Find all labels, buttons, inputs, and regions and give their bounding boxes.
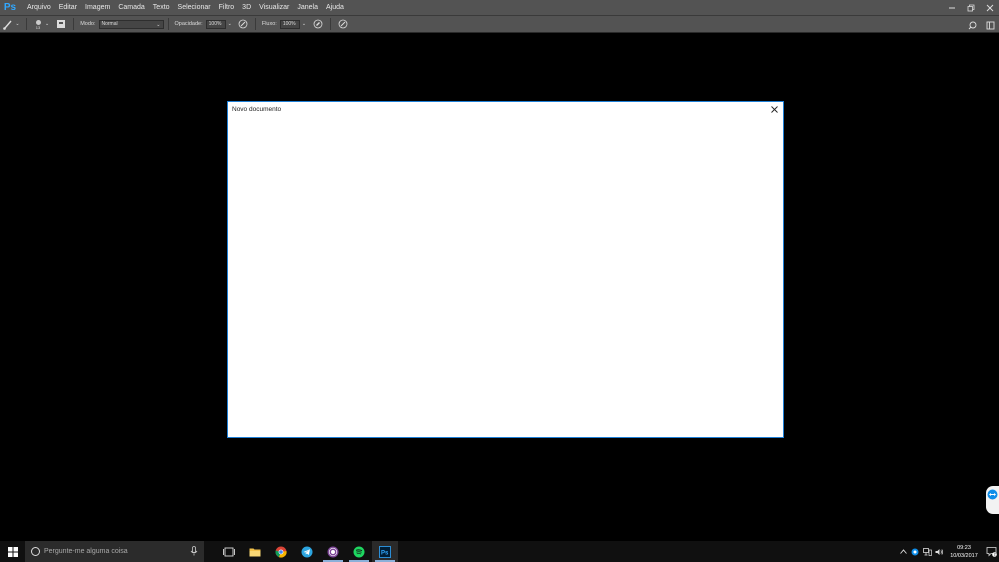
menu-selecionar[interactable]: Selecionar	[174, 0, 215, 15]
flow-label: Fluxo:	[261, 21, 277, 27]
brush-tool-icon[interactable]: ⌄	[0, 18, 22, 30]
mode-label: Modo:	[80, 21, 96, 27]
svg-text:Ps: Ps	[381, 550, 389, 556]
chevron-down-icon: ⌄	[156, 21, 161, 28]
brush-preset-picker[interactable]: 13	[31, 19, 45, 30]
mode-select[interactable]: Normal ⌄	[98, 19, 164, 29]
clock[interactable]: 09:23 10/03/2017	[945, 544, 983, 560]
menu-imagem[interactable]: Imagem	[81, 0, 114, 15]
tool-preset-chevron-icon[interactable]: ⌄	[15, 21, 19, 27]
spotify-icon[interactable]	[346, 541, 372, 562]
minimize-icon[interactable]	[942, 0, 961, 15]
menu-editar[interactable]: Editar	[55, 0, 81, 15]
telegram-icon[interactable]	[294, 541, 320, 562]
options-bar: ⌄ 13 ⌄ Modo: Normal ⌄ Opacidade: 100% ⌄ …	[0, 15, 999, 33]
windows-start-icon[interactable]	[0, 541, 25, 562]
flow-input[interactable]: 100%	[279, 19, 300, 29]
menu-bar: Ps Arquivo Editar Imagem Camada Texto Se…	[0, 0, 999, 15]
options-bar-right	[963, 16, 999, 34]
cortana-icon	[31, 547, 40, 556]
pressure-size-icon[interactable]	[335, 19, 351, 29]
teamviewer-icon	[987, 489, 998, 500]
menu-camada[interactable]: Camada	[114, 0, 148, 15]
pressure-opacity-icon[interactable]	[235, 19, 251, 29]
workspace-icon[interactable]	[981, 16, 999, 34]
search-input[interactable]: Pergunte-me alguma coisa	[25, 541, 204, 562]
menu-visualizar[interactable]: Visualizar	[255, 0, 293, 15]
close-icon[interactable]	[769, 104, 779, 114]
task-view-icon[interactable]	[216, 541, 242, 562]
dialog-title: Novo documento	[232, 106, 282, 113]
menu-items: Arquivo Editar Imagem Camada Texto Selec…	[23, 0, 348, 15]
menu-arquivo[interactable]: Arquivo	[23, 0, 55, 15]
file-explorer-icon[interactable]	[242, 541, 268, 562]
separator	[73, 18, 75, 30]
tor-icon[interactable]	[320, 541, 346, 562]
photoshop-logo[interactable]: Ps	[0, 0, 20, 15]
opacity-label: Opacidade:	[174, 21, 203, 27]
menu-filtro[interactable]: Filtro	[215, 0, 239, 15]
chrome-icon[interactable]	[268, 541, 294, 562]
brush-chevron-icon[interactable]: ⌄	[45, 21, 49, 27]
notification-count: 2	[993, 553, 995, 557]
separator	[254, 18, 256, 30]
menu-texto[interactable]: Texto	[149, 0, 174, 15]
clock-time: 09:23	[957, 544, 971, 551]
search-placeholder: Pergunte-me alguma coisa	[44, 548, 128, 555]
brush-panel-icon[interactable]	[53, 19, 69, 29]
flow-value: 100%	[282, 21, 296, 27]
separator	[26, 18, 27, 30]
window-controls	[942, 0, 999, 15]
menu-janela[interactable]: Janela	[293, 0, 322, 15]
brush-size-value: 13	[35, 24, 41, 30]
menu-ajuda[interactable]: Ajuda	[322, 0, 348, 15]
microphone-icon[interactable]	[190, 546, 198, 556]
close-icon[interactable]	[980, 0, 999, 15]
airbrush-icon[interactable]	[310, 19, 326, 29]
teamviewer-tray-icon[interactable]	[909, 541, 921, 562]
volume-icon[interactable]	[933, 541, 945, 562]
taskbar: Pergunte-me alguma coisa Ps 09:23 10/03/…	[0, 541, 999, 562]
menu-3d[interactable]: 3D	[238, 0, 255, 15]
opacity-input[interactable]: 100%	[205, 19, 226, 29]
separator	[330, 18, 332, 30]
mode-value: Normal	[101, 21, 118, 27]
remote-session-tab[interactable]	[986, 486, 999, 514]
restore-icon[interactable]	[961, 0, 980, 15]
notification-center-icon[interactable]: 2	[983, 541, 999, 562]
separator	[167, 18, 169, 30]
search-icon[interactable]	[963, 16, 981, 34]
new-document-dialog: Novo documento	[227, 101, 784, 438]
system-tray: 09:23 10/03/2017 2	[897, 541, 999, 562]
opacity-chevron-icon[interactable]: ⌄	[228, 21, 232, 27]
network-icon[interactable]	[921, 541, 933, 562]
chevron-up-icon[interactable]	[897, 541, 909, 562]
opacity-value: 100%	[208, 21, 222, 27]
clock-date: 10/03/2017	[950, 552, 978, 559]
flow-chevron-icon[interactable]: ⌄	[302, 21, 306, 27]
photoshop-icon[interactable]: Ps	[372, 541, 398, 562]
